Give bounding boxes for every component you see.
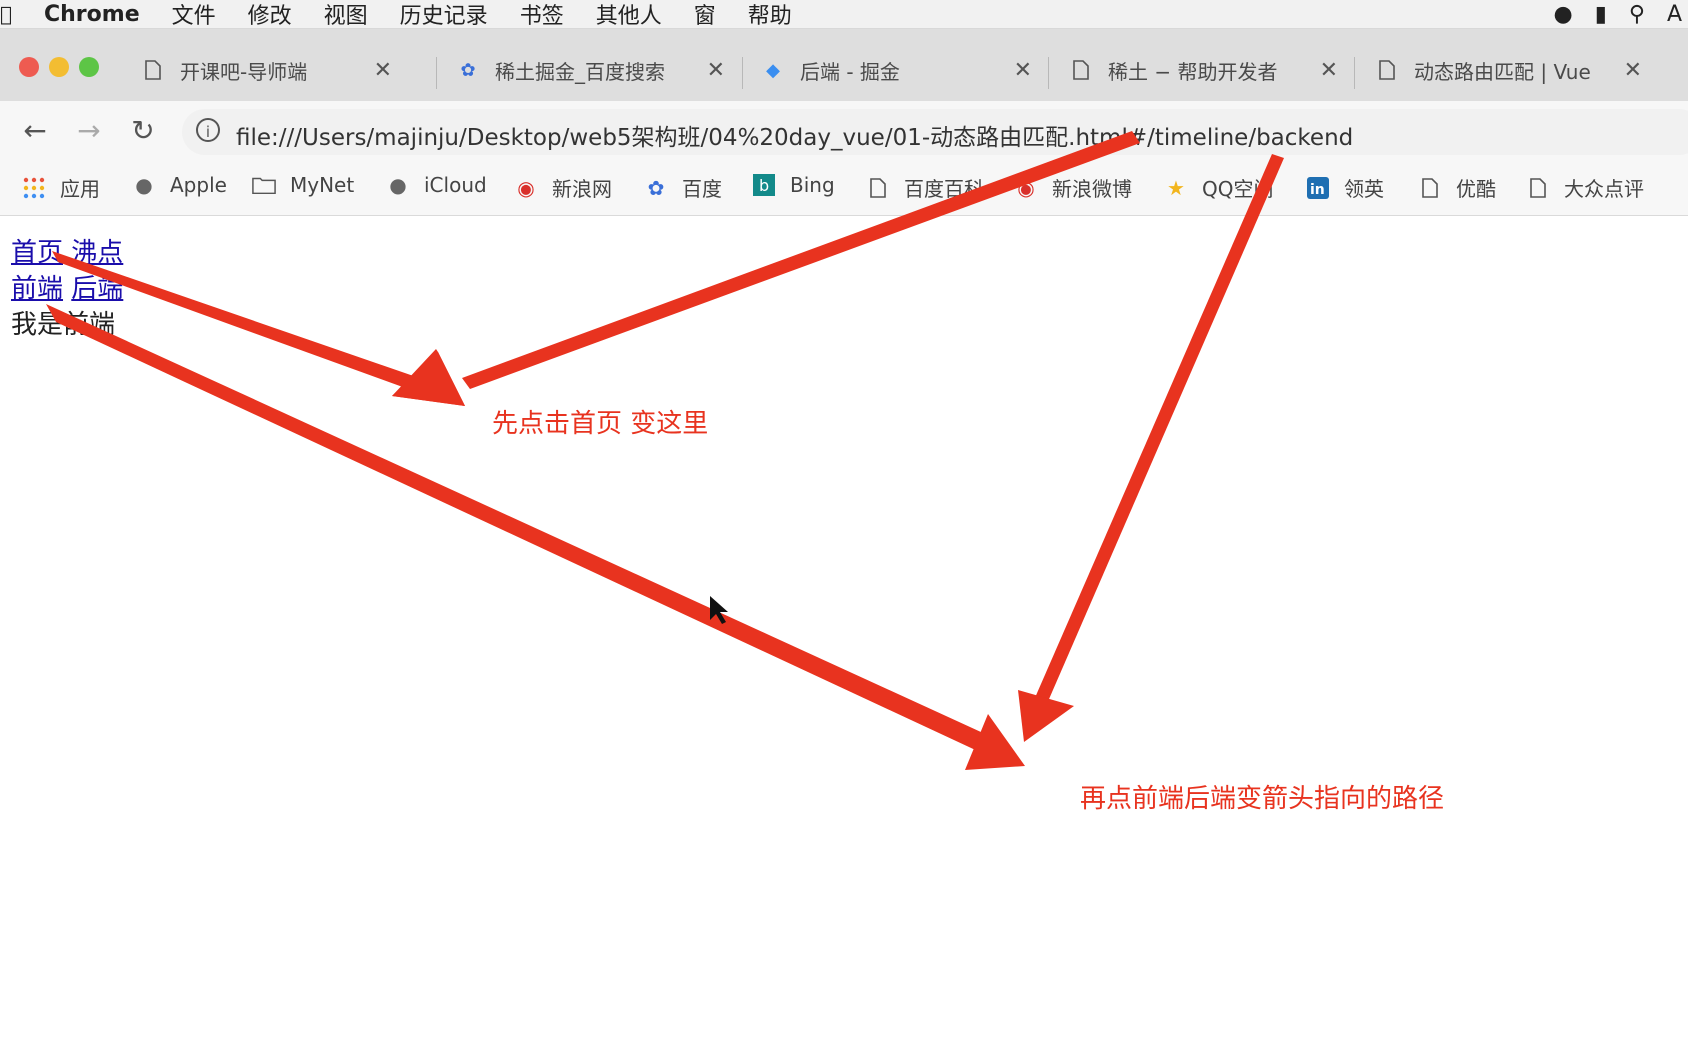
arrow-3-shaft xyxy=(46,304,994,754)
arrow-1-shaft xyxy=(52,251,428,394)
arrow-4-shaft xyxy=(1034,154,1284,706)
annotation-arrows xyxy=(46,131,1284,770)
arrow-2-shaft xyxy=(462,131,1140,389)
annotation-first: 先点击首页 变这里 xyxy=(492,409,709,439)
annotation-second: 再点前端后端变箭头指向的路径 xyxy=(1080,784,1445,814)
